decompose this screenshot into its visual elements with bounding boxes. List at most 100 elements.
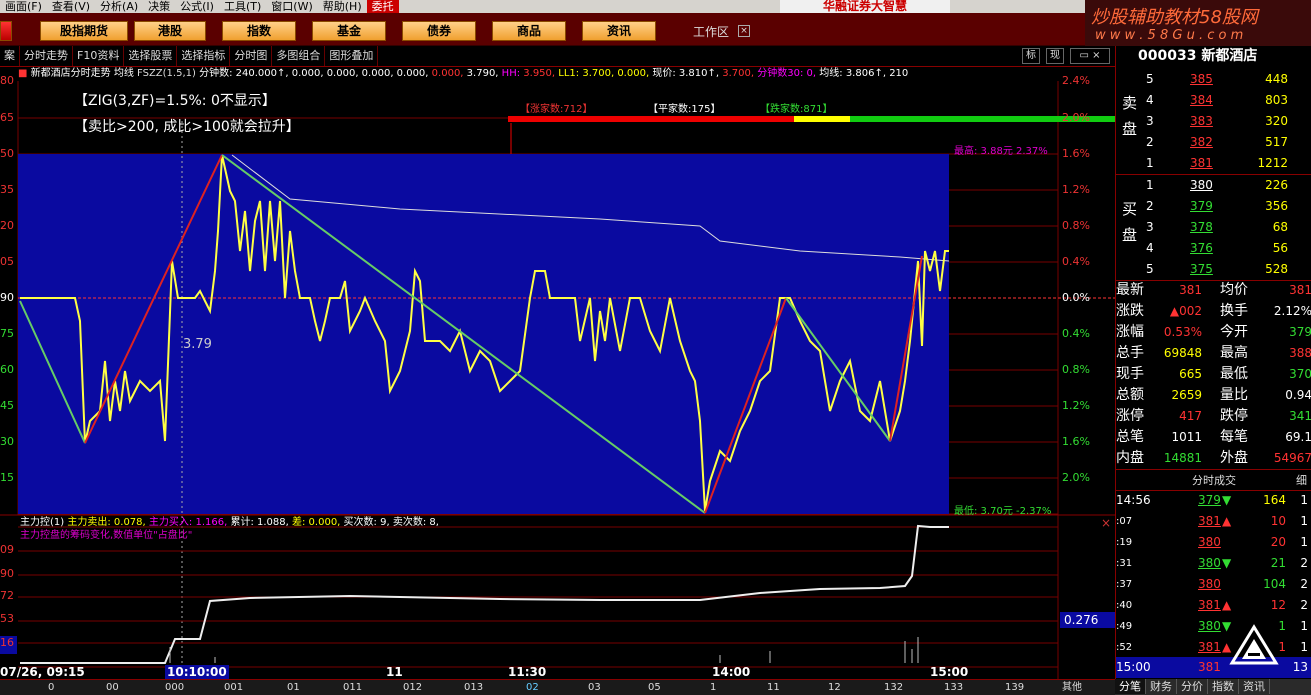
toolbar-futures-button[interactable]: 股指期货 (40, 21, 128, 41)
subtb-item-select-indicator[interactable]: 选择指标 (177, 46, 231, 66)
menu-item-tools[interactable]: 工具(T) (219, 0, 266, 13)
order-book-row[interactable]: 1 380 226 (1116, 175, 1311, 196)
subtb-item-intraday-chart[interactable]: 分时图 (230, 46, 273, 66)
menu-item-decision[interactable]: 决策 (143, 0, 175, 13)
menu-item-window[interactable]: 窗口(W) (266, 0, 317, 13)
order-book-row[interactable]: 2 382 517 (1116, 132, 1311, 153)
tick-time: :07 (1116, 516, 1133, 527)
bottom-tick[interactable]: 03 (588, 680, 601, 695)
tick-count: 1 (1300, 514, 1308, 528)
tick-row[interactable]: :07 381 ▲ 10 1 (1116, 511, 1311, 532)
menu-item-analysis[interactable]: 分析(A) (95, 0, 143, 13)
main-force-line (20, 524, 949, 664)
bottom-tick[interactable]: 000 (165, 680, 184, 695)
volume-bars (169, 637, 919, 663)
stat-value: ▲002 (1169, 304, 1202, 318)
bottom-tick[interactable]: 133 (944, 680, 963, 695)
subtb-item-intraday[interactable]: 分时走势 (20, 46, 73, 66)
toolbar-fund-button[interactable]: 基金 (312, 21, 386, 41)
stat-row: 涨幅 0.53% 今开 379 (1116, 322, 1311, 343)
subtb-item-f10[interactable]: F10资料 (73, 46, 125, 66)
tab-index[interactable]: 指数 (1208, 679, 1239, 694)
bottom-tick[interactable]: 139 (1005, 680, 1024, 695)
subtb-item-multi-chart[interactable]: 多图组合 (272, 46, 326, 66)
stat-key: 每笔 (1220, 429, 1248, 445)
menu-item-trade[interactable]: 委托 (366, 0, 399, 13)
order-book-row[interactable]: 2 379 356 (1116, 196, 1311, 217)
high-label: 最高: 3.88元 2.37% (954, 146, 1048, 157)
ticks-detail-toggle[interactable]: 细 (1296, 470, 1307, 491)
sub-indicator-sell-count: 卖次数: 8, (392, 517, 439, 528)
tick-row[interactable]: :31 380 ▼ 21 2 (1116, 553, 1311, 574)
indicator-hh: HH: (501, 68, 521, 79)
order-book-row[interactable]: 3 383 320 (1116, 111, 1311, 132)
subtb-item-overlay[interactable]: 图形叠加 (325, 46, 379, 66)
menu-item-screen[interactable]: 画面(F) (0, 0, 47, 13)
bottom-tick[interactable]: 12 (828, 680, 841, 695)
tick-row[interactable]: :37 380 104 2 (1116, 574, 1311, 595)
bottom-tick[interactable]: 其他 (1062, 680, 1082, 695)
right-axis-label: 1.2% (1062, 399, 1090, 412)
sub-indicator-close-icon[interactable]: × (1101, 516, 1111, 530)
book-level: 1 (1146, 178, 1154, 192)
menu-item-help[interactable]: 帮助(H) (318, 0, 367, 13)
bottom-tick[interactable]: 11 (767, 680, 780, 695)
bottom-tick[interactable]: 013 (464, 680, 483, 695)
subtb-item-case[interactable]: 案 (0, 46, 20, 66)
tab-ticks[interactable]: 分笔 (1115, 679, 1146, 694)
subtb-biao-button[interactable]: 标 (1022, 48, 1040, 64)
subtb-xian-button[interactable]: 现 (1046, 48, 1064, 64)
bottom-tick[interactable]: 132 (884, 680, 903, 695)
workzone-close-icon[interactable]: × (738, 25, 750, 37)
order-book-row[interactable]: 4 384 803 (1116, 90, 1311, 111)
tick-row[interactable]: :19 380 20 1 (1116, 532, 1311, 553)
order-book-row[interactable]: 3 378 68 (1116, 217, 1311, 238)
tick-down-icon: ▼ (1222, 493, 1232, 507)
order-book-row[interactable]: 1 381 1212 (1116, 153, 1311, 174)
tick-row[interactable]: :52 381 ▲ 1 1 (1116, 637, 1311, 658)
menu-item-view[interactable]: 查看(V) (47, 0, 95, 13)
bottom-tick[interactable]: 011 (343, 680, 362, 695)
left-axis-label: 20 (0, 219, 14, 232)
toolbar-news-button[interactable]: 资讯 (582, 21, 656, 41)
tick-row[interactable]: :40 381 ▲ 12 2 (1116, 595, 1311, 616)
bottom-tick[interactable]: 00 (106, 680, 119, 695)
bottom-tick[interactable]: 02 (526, 680, 539, 695)
toolbar-left-button[interactable] (0, 21, 12, 41)
indicator-stock-name[interactable]: 新都酒店分时走势 (31, 68, 111, 79)
sub-left-axis-label: 16 (0, 636, 17, 654)
subtb-item-select-stock[interactable]: 选择股票 (124, 46, 178, 66)
bottom-tick[interactable]: 012 (403, 680, 422, 695)
subtb-window-icon[interactable]: ▭ × (1070, 48, 1110, 64)
order-book-row[interactable]: 5 385 448 (1116, 69, 1311, 90)
left-axis-label: 05 (0, 255, 14, 268)
workzone-label[interactable]: 工作区 (693, 23, 729, 40)
intraday-chart[interactable] (0, 81, 1115, 679)
last-tick-row[interactable]: 15:00 381 13 (1116, 657, 1311, 678)
bottom-tick[interactable]: 01 (287, 680, 300, 695)
tick-time: :31 (1116, 558, 1133, 569)
bottom-tick[interactable]: 0 (48, 680, 54, 695)
stat-value: 1011 (1171, 430, 1202, 444)
order-book-row[interactable]: 5 375 528 (1116, 259, 1311, 280)
bottom-tick[interactable]: 001 (224, 680, 243, 695)
indicator-line: ■ 新都酒店分时走势 均线 FSZZ(1.5,1) 分钟数: 240.000↑,… (18, 67, 1060, 81)
left-axis-label: 15 (0, 471, 14, 484)
crosshair-point-label: 3.79 (183, 337, 212, 352)
order-book-row[interactable]: 4 376 56 (1116, 238, 1311, 259)
tick-row[interactable]: :49 380 ▼ 1 1 (1116, 616, 1311, 637)
tab-news[interactable]: 资讯 (1239, 679, 1270, 694)
sub-indicator-title[interactable]: 主力控(1) (20, 517, 64, 528)
watermark-title: 炒股辅助教材58股网 (1091, 7, 1258, 28)
toolbar-index-button[interactable]: 指数 (222, 21, 296, 41)
bottom-tick[interactable]: 1 (710, 680, 716, 695)
tab-finance[interactable]: 财务 (1146, 679, 1177, 694)
toolbar-commodity-button[interactable]: 商品 (492, 21, 566, 41)
tick-row[interactable]: 14:56 379 ▼ 164 1 (1116, 490, 1311, 511)
menu-item-formula[interactable]: 公式(I) (175, 0, 219, 13)
toolbar-bond-button[interactable]: 债券 (402, 21, 476, 41)
toolbar-hk-button[interactable]: 港股 (134, 21, 206, 41)
sub-left-axis-label: 90 (0, 567, 14, 580)
bottom-tick[interactable]: 05 (648, 680, 661, 695)
tab-price-distribution[interactable]: 分价 (1177, 679, 1208, 694)
